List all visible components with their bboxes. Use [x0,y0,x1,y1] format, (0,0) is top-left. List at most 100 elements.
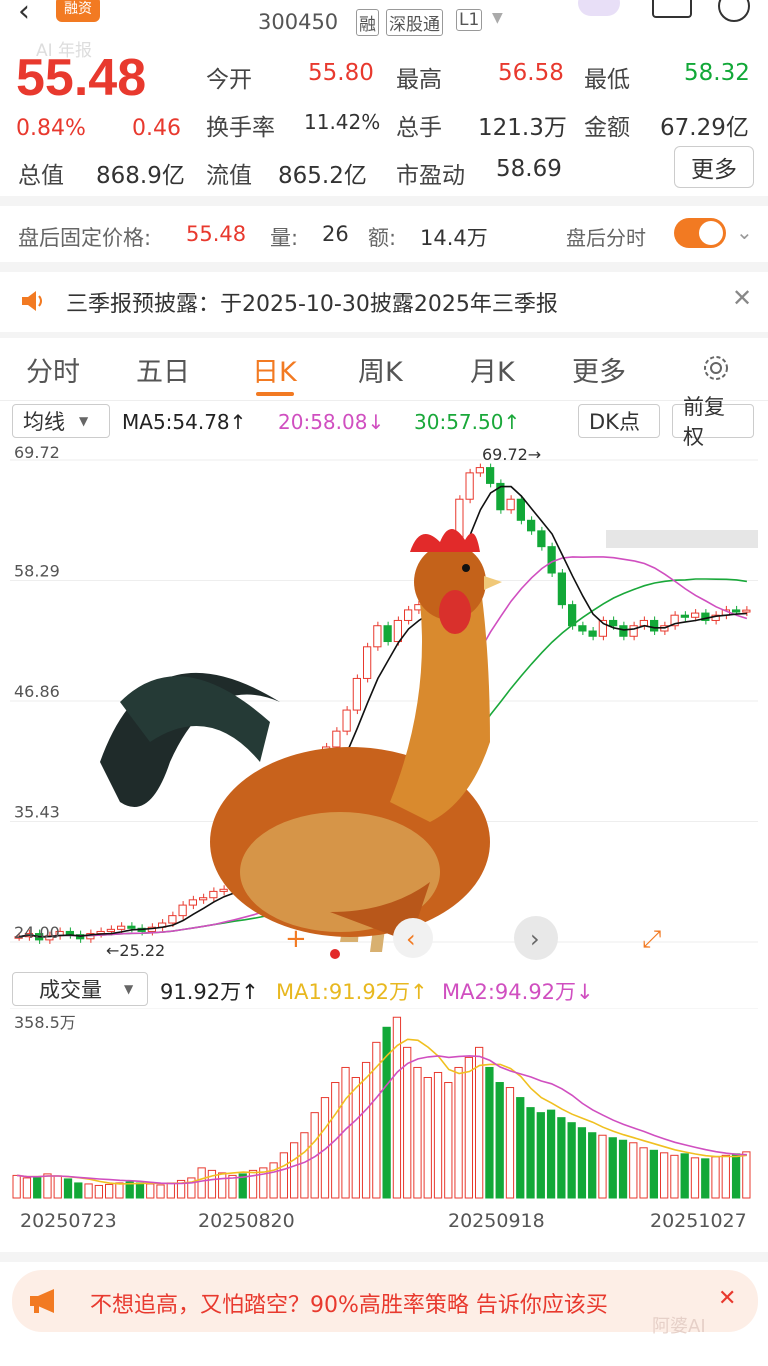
low-value: 58.32 [684,60,750,86]
candle [393,619,402,643]
expand-icon[interactable]: ⤢ [642,925,661,953]
open-label: 今开 [206,67,252,93]
volume-bar [94,1184,103,1199]
volume-bar [690,1157,700,1199]
volume-selector[interactable]: 成交量 ▼ [12,972,148,1006]
volume-bar [454,1066,463,1199]
candle [352,677,361,711]
candle [373,625,382,648]
back-icon[interactable]: ‹ [18,0,30,29]
tab-five-day[interactable]: 五日 [136,350,190,389]
adjust-button[interactable]: 前复权 [672,395,754,449]
y-tick-label: 35.43 [14,803,60,822]
volume-value: 121.3万 [478,115,567,141]
candle [168,915,177,924]
volume-current: 91.92万↑ [160,980,259,1004]
pe-value: 58.69 [496,156,562,182]
volume-bar [711,1156,720,1199]
more-button[interactable]: 更多 [674,146,754,188]
volume-bar [290,1142,299,1199]
volume-bar [146,1183,155,1199]
current-price: 55.48 [16,49,147,107]
marker-dot [330,949,340,959]
volume-bar [12,1174,21,1199]
candle [363,646,372,679]
date-label-2: 20250820 [198,1210,295,1232]
notice-bar[interactable]: 三季报预披露：于2025-10-30披露2025年三季报 ✕ [0,272,768,330]
after-hours-toggle[interactable] [674,218,726,248]
chevron-left-icon: ‹ [406,925,416,953]
candle [742,609,751,613]
y-tick-label: 69.72 [14,443,60,462]
promo-banner[interactable]: 不想追高，又怕踏空？90%高胜率策略 告诉你应该买 ✕ 阿婆AI [12,1270,758,1337]
message-icon[interactable] [652,0,692,18]
volume-bar [670,1154,679,1199]
volume-bar [248,1169,258,1199]
candle [404,609,413,621]
ma-selector[interactable]: 均线 ▼ [12,404,110,438]
candle [629,625,638,637]
after-hours-amt-label: 额: [368,226,397,250]
notice-text: 三季报预披露：于2025-10-30披露2025年三季报 [66,292,558,317]
date-label-1: 20250723 [20,1210,117,1232]
volume-bar [660,1152,669,1199]
volume-bar [639,1147,648,1199]
close-icon[interactable]: ✕ [718,1286,736,1311]
megaphone-icon [30,1289,54,1313]
volume-bar [629,1142,638,1199]
candle [486,467,495,484]
date-label-3: 20250918 [448,1210,545,1232]
chevron-down-icon[interactable]: ⌄ [736,220,753,244]
candle [106,928,115,932]
high-marker: 69.72→ [482,445,541,464]
volume-bar [279,1152,289,1199]
candle [506,498,515,511]
volume-bar [207,1169,217,1199]
watermark: 阿婆AI [652,1316,706,1337]
volume-bar [63,1178,73,1199]
candle [537,530,546,548]
tab-daily-k[interactable]: 日K [252,350,297,389]
top-bar: ‹ 融资 300450 融 深股通 L1 ▼ AI 年报 [0,0,768,61]
volume-max-label: 358.5万 [14,1013,76,1032]
tab-weekly-k[interactable]: 周K [358,350,403,389]
gear-icon[interactable] [700,352,732,384]
ma-selector-label: 均线 [23,410,65,434]
close-icon[interactable]: ✕ [732,284,752,312]
candle [639,619,648,627]
volume-bar [135,1182,145,1199]
y-axis-labels: 69.72 58.29 46.86 35.43 24.00 [14,443,60,942]
volume-bar [505,1087,515,1199]
volume-bar [680,1153,689,1199]
volume-bar [74,1182,83,1199]
date-axis: 20250723 20250820 20250918 20251027 [0,1208,768,1238]
tab-more[interactable]: 更多 [572,350,626,389]
volume-row: 成交量 ▼ 91.92万↑ MA1:91.92万↑ MA2:94.92万↓ [0,970,768,1008]
assistant-icon[interactable] [578,0,620,16]
kline-chart[interactable]: 69.7258.2946.8635.4324.00 69.72→ ←25.22 … [10,442,758,967]
volume-bar [526,1107,535,1199]
dk-point-button[interactable]: DK点 [578,404,660,438]
search-icon[interactable] [718,0,750,22]
turnover-label: 换手率 [206,115,275,141]
badge-shengutong: 深股通 [386,9,443,36]
candle [527,519,536,532]
y-tick-label: 58.29 [14,562,60,581]
low-label: 最低 [584,67,630,93]
volume-selector-label: 成交量 [39,978,102,1002]
high-value: 56.58 [498,60,564,86]
after-hours-vol-label: 量: [270,226,299,250]
volume-bar [495,1082,504,1199]
volume-bar [166,1182,175,1199]
tab-monthly-k[interactable]: 月K [470,350,515,389]
add-icon[interactable]: + [285,924,307,954]
volume-bar [701,1158,710,1199]
candle [547,546,556,574]
tab-intraday[interactable]: 分时 [26,350,80,389]
amount-value: 67.29亿 [660,115,749,141]
volume-bar [588,1132,597,1199]
volume-chart[interactable]: 358.5万 [10,1008,758,1203]
chevron-down-icon[interactable]: ▼ [492,10,503,26]
volume-bar [464,1056,474,1199]
volume-bar [618,1139,628,1199]
